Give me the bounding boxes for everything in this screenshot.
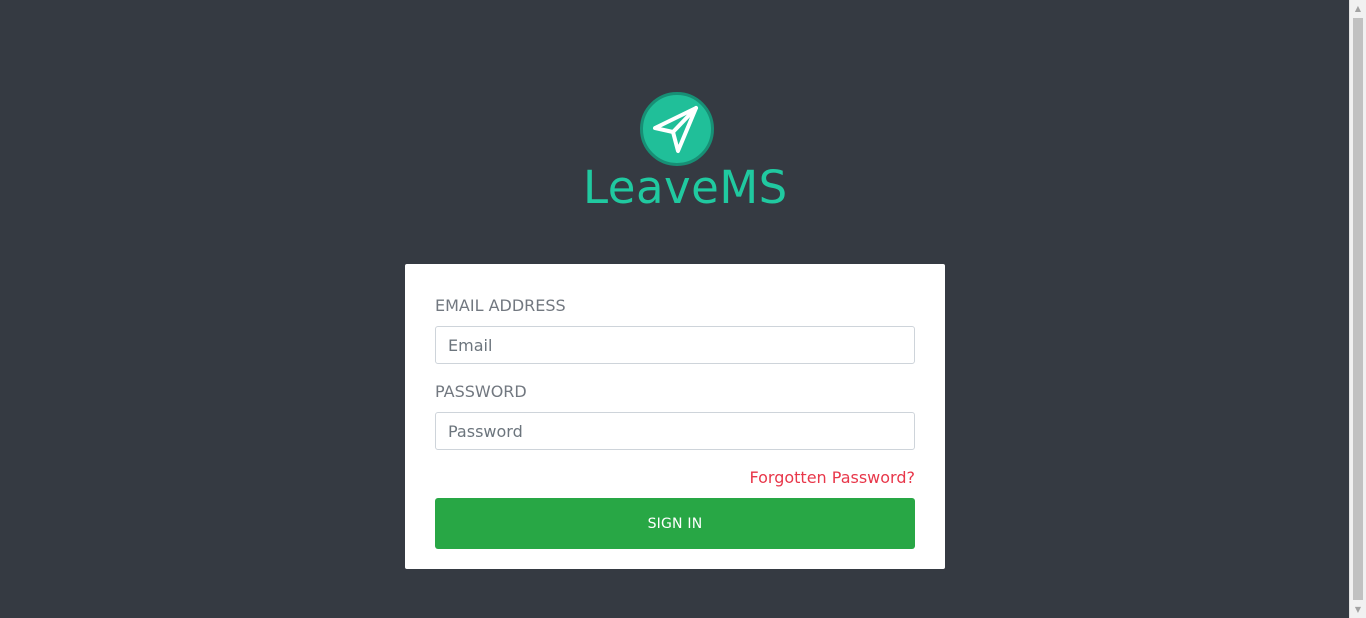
scroll-down-arrow-icon[interactable]: ▼ [1350,601,1366,618]
email-address-label: EMAIL ADDRESS [435,296,566,315]
password-input[interactable] [435,412,915,450]
sign-in-button[interactable]: SIGN IN [435,498,915,549]
forgot-password-link[interactable]: Forgotten Password? [749,467,915,489]
paper-plane-icon [640,92,714,166]
scroll-up-arrow-icon[interactable]: ▲ [1350,0,1366,17]
password-label: PASSWORD [435,382,527,401]
vertical-scrollbar[interactable]: ▲ ▼ [1349,0,1366,618]
login-form-card: EMAIL ADDRESS PASSWORD Forgotten Passwor… [405,264,945,569]
scrollbar-thumb[interactable] [1353,18,1363,600]
brand-name: LeaveMS [583,161,788,214]
brand-logo: LeaveMS [583,92,788,216]
login-page: LeaveMS EMAIL ADDRESS PASSWORD Forgotten… [0,0,1349,618]
email-input[interactable] [435,326,915,364]
